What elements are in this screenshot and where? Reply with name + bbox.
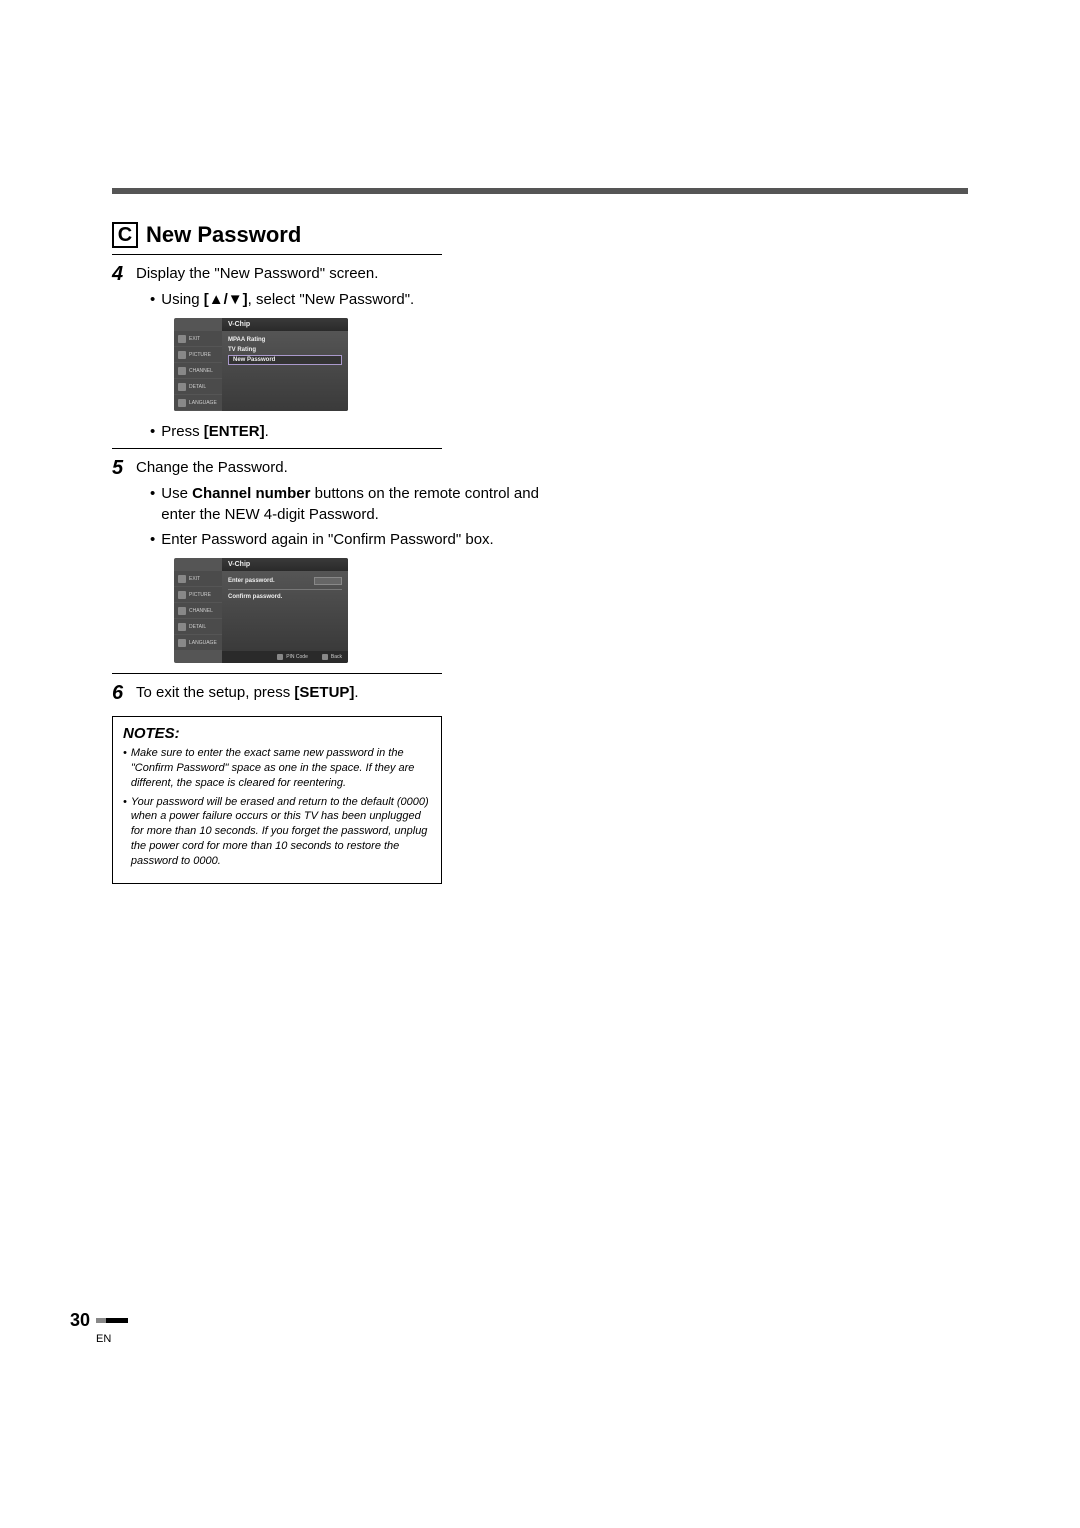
bullet-icon: • xyxy=(150,421,155,442)
osd-side-item: LANGUAGE xyxy=(174,395,222,411)
bold-label: Channel number xyxy=(192,485,310,502)
step-text: Change the Password. xyxy=(136,457,542,478)
step-6: 6 To exit the setup, press [SETUP]. xyxy=(112,682,542,704)
osd-main: Enter password. Confirm password. xyxy=(222,571,348,651)
key-label: [ENTER] xyxy=(204,423,265,440)
keypad-icon xyxy=(277,654,283,660)
key-label: [SETUP] xyxy=(294,684,354,701)
detail-icon xyxy=(178,623,186,631)
step-text: To exit the setup, press [SETUP]. xyxy=(136,682,542,703)
notes-box: NOTES: •Make sure to enter the exact sam… xyxy=(112,716,442,884)
text: . xyxy=(265,423,269,440)
text: Using xyxy=(161,291,204,308)
osd-side-item: DETAIL xyxy=(174,619,222,635)
note-item: •Make sure to enter the exact same new p… xyxy=(123,746,431,791)
osd-footer: PIN Code Back xyxy=(222,651,348,663)
page-footer: 30 EN xyxy=(70,1310,160,1345)
bullet-icon: • xyxy=(123,795,127,869)
key-label: [▲/▼] xyxy=(204,291,248,308)
osd-side-item: EXIT xyxy=(174,571,222,587)
osd-title: V-Chip xyxy=(222,318,348,331)
bullet-icon: • xyxy=(150,289,155,310)
language-icon xyxy=(178,399,186,407)
osd-side-item: DETAIL xyxy=(174,379,222,395)
notes-title: NOTES: xyxy=(123,725,431,742)
text: , select "New Password". xyxy=(248,291,415,308)
step-number: 6 xyxy=(112,682,132,704)
text: . xyxy=(354,684,358,701)
osd-screenshot-new-password: V-Chip EXIT PICTURE CHANNEL DETAIL LANGU… xyxy=(174,318,348,411)
page-number: 30 xyxy=(70,1310,90,1331)
note-item: •Your password will be erased and return… xyxy=(123,795,431,869)
divider xyxy=(112,673,442,674)
picture-icon xyxy=(178,351,186,359)
footer-bar xyxy=(106,1318,128,1323)
divider xyxy=(112,448,442,449)
osd-side-item: LANGUAGE xyxy=(174,635,222,651)
osd-item-selected: New Password xyxy=(228,355,342,365)
osd-label: Enter password. xyxy=(228,578,275,584)
language-icon xyxy=(178,639,186,647)
osd-side-item: PICTURE xyxy=(174,347,222,363)
text: Use xyxy=(161,485,192,502)
step-4-sub2: • Press [ENTER]. xyxy=(150,421,542,442)
text: Press xyxy=(161,423,204,440)
channel-icon xyxy=(178,607,186,615)
text: To exit the setup, press xyxy=(136,684,294,701)
step-4: 4 Display the "New Password" screen. xyxy=(112,263,542,285)
step-5: 5 Change the Password. xyxy=(112,457,542,479)
osd-side-item: CHANNEL xyxy=(174,363,222,379)
osd-body: EXIT PICTURE CHANNEL DETAIL LANGUAGE Ent… xyxy=(174,571,348,651)
section-letter: C xyxy=(112,222,138,248)
picture-icon xyxy=(178,591,186,599)
osd-row: Enter password. xyxy=(228,575,342,587)
header-rule xyxy=(112,188,968,194)
divider xyxy=(228,589,342,590)
osd-hint: Back xyxy=(322,654,342,660)
password-input xyxy=(314,577,342,585)
exit-icon xyxy=(178,575,186,583)
bullet-icon: • xyxy=(123,746,127,791)
osd-body: EXIT PICTURE CHANNEL DETAIL LANGUAGE MPA… xyxy=(174,331,348,411)
note-text: Make sure to enter the exact same new pa… xyxy=(131,746,431,791)
osd-label: Confirm password. xyxy=(228,594,282,600)
osd-screenshot-enter-password: V-Chip EXIT PICTURE CHANNEL DETAIL LANGU… xyxy=(174,558,348,663)
section-title: New Password xyxy=(146,222,301,248)
step-number: 4 xyxy=(112,263,132,285)
step-5-sub2: • Enter Password again in "Confirm Passw… xyxy=(150,529,542,550)
step-4-sub1: • Using [▲/▼], select "New Password". xyxy=(150,289,542,310)
channel-icon xyxy=(178,367,186,375)
osd-sidebar: EXIT PICTURE CHANNEL DETAIL LANGUAGE xyxy=(174,571,222,651)
detail-icon xyxy=(178,383,186,391)
footer-bar xyxy=(96,1318,106,1323)
osd-side-item: PICTURE xyxy=(174,587,222,603)
back-icon xyxy=(322,654,328,660)
page-language: EN xyxy=(96,1333,160,1345)
osd-hint: PIN Code xyxy=(277,654,308,660)
osd-side-item: EXIT xyxy=(174,331,222,347)
bullet-icon: • xyxy=(150,529,155,550)
osd-side-item: CHANNEL xyxy=(174,603,222,619)
osd-item: MPAA Rating xyxy=(228,335,342,345)
step-number: 5 xyxy=(112,457,132,479)
step-5-sub1: • Use Channel number buttons on the remo… xyxy=(150,483,542,525)
section-header: C New Password xyxy=(112,222,542,248)
osd-main: MPAA Rating TV Rating New Password xyxy=(222,331,348,411)
text: Enter Password again in "Confirm Passwor… xyxy=(161,529,493,550)
osd-sidebar: EXIT PICTURE CHANNEL DETAIL LANGUAGE xyxy=(174,331,222,411)
bullet-icon: • xyxy=(150,483,155,525)
note-text: Your password will be erased and return … xyxy=(131,795,431,869)
divider xyxy=(112,254,442,255)
exit-icon xyxy=(178,335,186,343)
step-text: Display the "New Password" screen. xyxy=(136,263,542,284)
osd-title: V-Chip xyxy=(222,558,348,571)
osd-item: TV Rating xyxy=(228,345,342,355)
osd-row: Confirm password. xyxy=(228,592,342,602)
